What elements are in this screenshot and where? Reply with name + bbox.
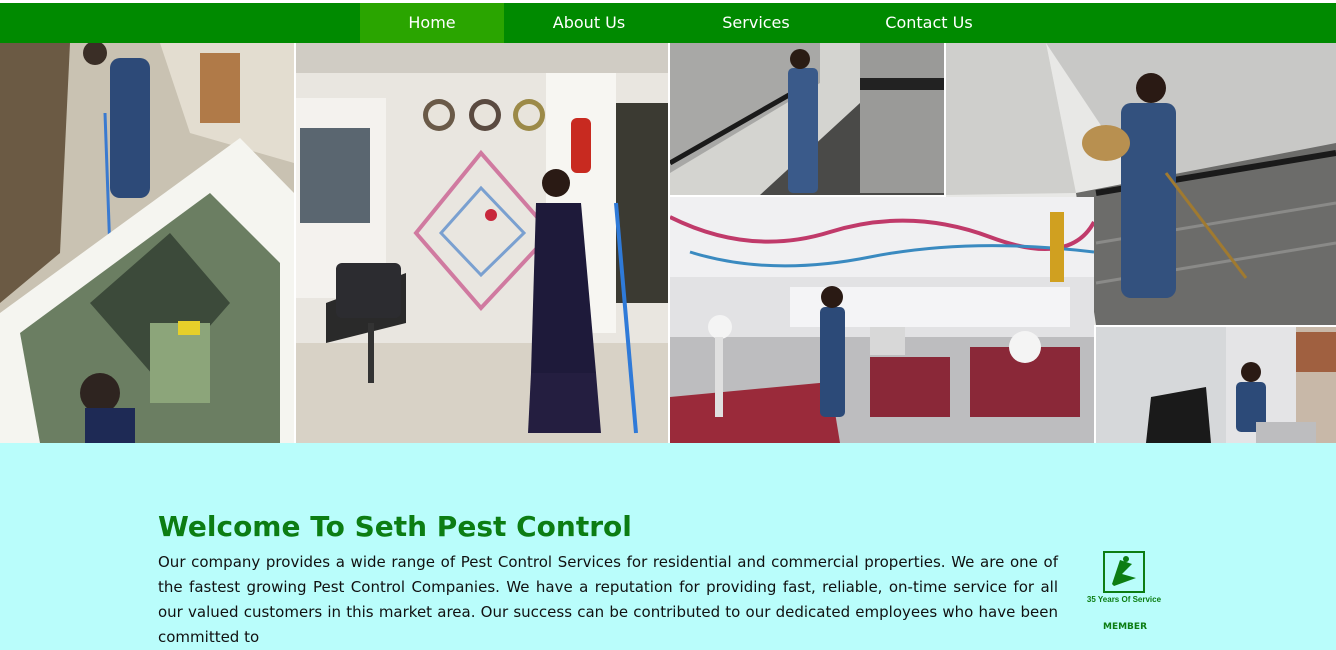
nav-services[interactable]: Services (674, 3, 838, 43)
main-navigation: Home About Us Services Contact Us (0, 3, 1336, 43)
photo-corridor-cleaning (0, 43, 294, 443)
years-of-service-badge: 35 Years Of Service (1086, 550, 1162, 604)
photo-stair-spraying (670, 43, 944, 195)
welcome-section: Welcome To Seth Pest Control Our company… (158, 510, 1058, 650)
years-of-service-label: 35 Years Of Service (1086, 595, 1162, 604)
welcome-body: Our company provides a wide range of Pes… (158, 553, 1058, 646)
nav-contact-us[interactable]: Contact Us (838, 3, 1020, 43)
photo-desk-cleaning (1096, 327, 1336, 443)
service-logo-icon (1103, 551, 1145, 593)
photo-office-mopping (296, 43, 668, 443)
nav-about-us[interactable]: About Us (504, 3, 674, 43)
welcome-title: Welcome To Seth Pest Control (158, 510, 632, 543)
photo-decorated-office (670, 197, 1094, 443)
hero-collage (0, 43, 1336, 443)
member-label: MEMBER (1103, 622, 1147, 632)
nav-home[interactable]: Home (360, 3, 504, 43)
